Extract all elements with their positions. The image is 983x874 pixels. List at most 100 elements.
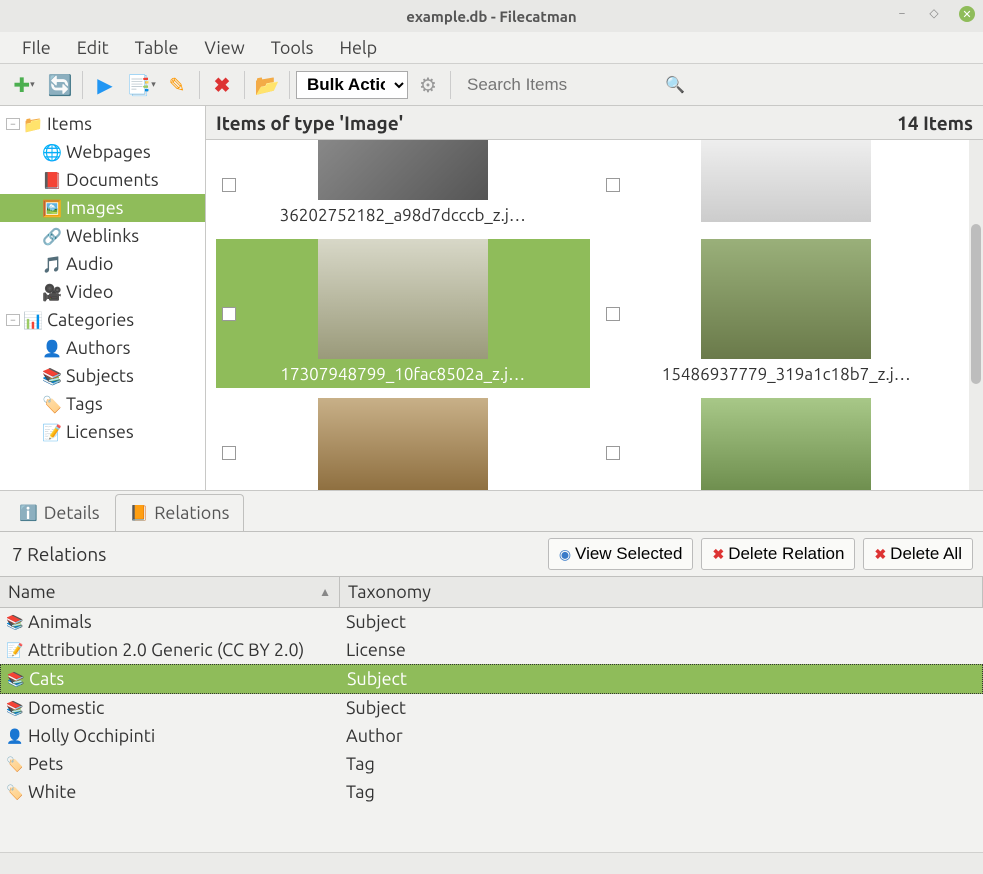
tree-node-licenses[interactable]: 📝 Licenses: [0, 418, 205, 446]
item-thumbnail: [318, 239, 488, 359]
item-thumbnail: [701, 239, 871, 359]
tree-node-video[interactable]: 🎥 Video: [0, 278, 205, 306]
cell-taxonomy: Author: [340, 724, 983, 748]
play-button[interactable]: ▶: [89, 69, 121, 101]
item-cell[interactable]: 17307948799_10fac8502a_z.j…: [216, 239, 590, 388]
close-button[interactable]: ✕: [959, 6, 975, 22]
relation-name: White: [28, 782, 76, 802]
table-row[interactable]: 📚AnimalsSubject: [0, 608, 983, 636]
relation-name: Animals: [28, 612, 92, 632]
cell-name: 📚Domestic: [0, 696, 340, 720]
item-checkbox[interactable]: [606, 307, 620, 321]
item-cell[interactable]: [216, 398, 590, 490]
menu-table[interactable]: Table: [125, 34, 189, 62]
item-checkbox[interactable]: [606, 178, 620, 192]
subject-icon: 📚: [42, 367, 62, 386]
item-checkbox[interactable]: [222, 446, 236, 460]
sidebar-tree[interactable]: − 📁 Items 🌐 Webpages 📕 Documents 🖼️ Imag…: [0, 106, 206, 490]
scroll-thumb[interactable]: [971, 224, 981, 384]
link-icon: 🔗: [42, 227, 62, 246]
tree-node-weblinks[interactable]: 🔗 Weblinks: [0, 222, 205, 250]
main-area: − 📁 Items 🌐 Webpages 📕 Documents 🖼️ Imag…: [0, 106, 983, 490]
item-checkbox[interactable]: [606, 446, 620, 460]
delete-button[interactable]: ✖: [206, 69, 238, 101]
window-title: example.db - Filecatman: [406, 8, 576, 25]
search-input[interactable]: [467, 71, 657, 99]
table-row[interactable]: 👤Holly OcchipintiAuthor: [0, 722, 983, 750]
table-row[interactable]: 📝Attribution 2.0 Generic (CC BY 2.0)Lice…: [0, 636, 983, 664]
item-cell[interactable]: 15486937779_319a1c18b7_z.j…: [600, 239, 974, 388]
tree-label: Weblinks: [66, 226, 139, 246]
item-checkbox[interactable]: [222, 178, 236, 192]
item-checkbox[interactable]: [222, 307, 236, 321]
table-row[interactable]: 📚CatsSubject: [0, 664, 983, 694]
delete-all-button[interactable]: ✖ Delete All: [863, 538, 973, 570]
delete-icon: ✖: [874, 546, 886, 563]
tree-node-tags[interactable]: 🏷️ Tags: [0, 390, 205, 418]
maximize-button[interactable]: ◇: [927, 6, 941, 20]
item-cell[interactable]: [600, 398, 974, 490]
bulk-action-select[interactable]: Bulk Action: [296, 71, 408, 99]
add-button[interactable]: ✚▾: [8, 69, 40, 101]
tree-node-authors[interactable]: 👤 Authors: [0, 334, 205, 362]
refresh-button[interactable]: 🔄: [44, 69, 76, 101]
separator: [82, 71, 83, 99]
header-taxonomy[interactable]: Taxonomy: [340, 577, 983, 607]
cell-taxonomy: Subject: [340, 610, 983, 634]
tag-icon: 🏷️: [42, 395, 62, 414]
item-cell[interactable]: 36202752182_a98d7dcccb_z.j…: [216, 140, 590, 229]
copy-button[interactable]: 📑▾: [125, 69, 157, 101]
header-label: Name: [8, 582, 56, 602]
edit-button[interactable]: ✎: [161, 69, 193, 101]
tree-node-items[interactable]: − 📁 Items: [0, 110, 205, 138]
tab-label: Relations: [154, 503, 229, 523]
search-icon[interactable]: 🔍: [665, 75, 685, 94]
tree-expander[interactable]: −: [6, 314, 20, 326]
open-folder-button[interactable]: 📂: [251, 69, 283, 101]
menu-file[interactable]: FIle: [12, 34, 61, 62]
table-row[interactable]: 📚DomesticSubject: [0, 694, 983, 722]
cell-name: 🏷️Pets: [0, 752, 340, 776]
row-icon: 🏷️: [6, 784, 24, 801]
menu-tools[interactable]: Tools: [261, 34, 324, 62]
tree-node-categories[interactable]: − 📊 Categories: [0, 306, 205, 334]
header-name[interactable]: Name ▲: [0, 577, 340, 607]
row-icon: 📚: [6, 700, 24, 717]
tree-expander[interactable]: −: [6, 118, 20, 130]
tab-details[interactable]: ℹ️ Details: [4, 494, 115, 531]
item-cell[interactable]: [600, 140, 974, 229]
button-label: View Selected: [575, 544, 682, 564]
tree-node-audio[interactable]: 🎵 Audio: [0, 250, 205, 278]
grid-scrollbar[interactable]: [969, 140, 983, 490]
tree-label: Documents: [66, 170, 159, 190]
item-thumbnail: [701, 140, 871, 222]
tree-node-subjects[interactable]: 📚 Subjects: [0, 362, 205, 390]
titlebar: example.db - Filecatman − ◇ ✕: [0, 0, 983, 32]
view-selected-button[interactable]: ◉ View Selected: [548, 538, 694, 570]
relations-toolbar: 7 Relations ◉ View Selected ✖ Delete Rel…: [0, 532, 983, 576]
tree-node-documents[interactable]: 📕 Documents: [0, 166, 205, 194]
menu-view[interactable]: View: [194, 34, 254, 62]
row-icon: 🏷️: [6, 756, 24, 773]
cell-name: 📝Attribution 2.0 Generic (CC BY 2.0): [0, 638, 340, 662]
gear-button[interactable]: ⚙: [412, 69, 444, 101]
webpage-icon: 🌐: [42, 143, 62, 162]
cell-taxonomy: Tag: [340, 780, 983, 804]
item-thumbnail: [318, 140, 488, 200]
tree-node-webpages[interactable]: 🌐 Webpages: [0, 138, 205, 166]
table-row[interactable]: 🏷️PetsTag: [0, 750, 983, 778]
items-grid[interactable]: 36202752182_a98d7dcccb_z.j… 17307948799_…: [206, 140, 983, 490]
tree-label: Images: [66, 198, 124, 218]
audio-icon: 🎵: [42, 255, 62, 274]
menu-edit[interactable]: Edit: [67, 34, 119, 62]
relation-name: Cats: [29, 669, 64, 689]
delete-relation-button[interactable]: ✖ Delete Relation: [701, 538, 855, 570]
menu-help[interactable]: Help: [329, 34, 387, 62]
tree-label: Webpages: [66, 142, 151, 162]
table-row[interactable]: 🏷️White Tag: [0, 778, 983, 806]
relations-panel: 7 Relations ◉ View Selected ✖ Delete Rel…: [0, 531, 983, 852]
minimize-button[interactable]: −: [895, 6, 909, 20]
tree-node-images[interactable]: 🖼️ Images: [0, 194, 205, 222]
tab-relations[interactable]: 📙 Relations: [115, 494, 245, 531]
cell-name: 📚Animals: [0, 610, 340, 634]
